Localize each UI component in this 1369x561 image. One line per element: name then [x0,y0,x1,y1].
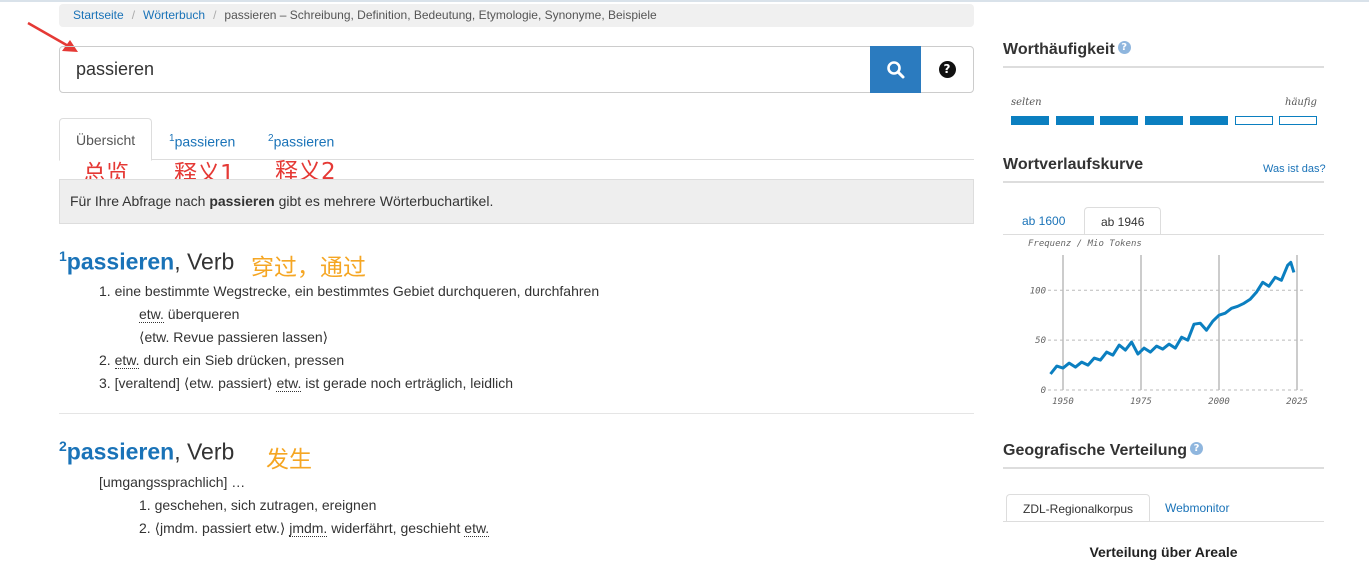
search-icon [886,60,904,78]
info-icon-geo[interactable]: ? [1190,442,1204,455]
chart-y-tick-label: 0 [1041,386,1046,396]
breadcrumb: Startseite / Wörterbuch / passieren – Schrei… [59,4,974,27]
entry-1-heading: 1passieren, Verb [59,248,235,275]
frequency-box [1145,116,1184,125]
geo-tabs-underline [1003,521,1324,522]
frequency-box [1055,116,1094,125]
annotation-entry1: 穿过，通过 [251,255,366,281]
geo-heading: Geografische Verteilung? [1003,442,1324,469]
areal-distribution-title: Verteilung über Areale [1089,544,1238,560]
chart-x-tick-label: 1975 [1130,397,1152,407]
chart-x-tick-label: 1950 [1052,397,1074,407]
info-icon[interactable]: ? [1117,41,1131,54]
tab-ab-1600[interactable]: ab 1600 [1006,207,1081,235]
annotation-entry2: 发生 [266,447,312,473]
entry-2-heading: 2passieren, Verb [59,438,235,465]
chart-x-tick-label: 2000 [1208,397,1230,407]
frequency-box [1189,116,1228,125]
multiple-entries-notice: Für Ihre Abfrage nach passieren gibt es … [59,179,974,224]
search-input[interactable] [60,47,870,92]
help-button[interactable]: ? [921,47,973,92]
entry-1-sense-2: 2. etw. durch ein Sieb drücken, pressen [99,352,345,369]
breadcrumb-dictionary-link[interactable]: Wörterbuch [143,8,205,22]
entry-1-sense-1: 1. eine bestimmte Wegstrecke, ein bestim… [99,283,600,299]
frequency-box [1100,116,1139,125]
tab-webmonitor[interactable]: Webmonitor [1149,494,1245,522]
entry-1-sense-1b: ⟨etw. Revue passieren lassen⟩ [139,329,329,345]
entry-1-sense-1a: etw. überqueren [139,306,240,323]
chart-y-tick-label: 100 [1030,286,1046,296]
search-button[interactable] [870,46,921,93]
frequency-box [1011,116,1049,125]
breadcrumb-current: passieren – Schreibung, Definition, Bede… [224,8,657,22]
chart-y-tick-label: 50 [1035,336,1046,346]
frequency-heading: Worthäufigkeit? [1003,41,1324,68]
search-bar: ? [59,46,974,93]
entry-divider [59,413,974,414]
entry-1-sense-3: 3. [veraltend] ⟨etw. passiert⟩ etw. ist … [99,375,514,392]
chart-series-line [1049,260,1296,375]
question-circle-icon: ? [938,61,956,78]
entry-2-lemma[interactable]: passieren [67,439,174,465]
chart-y-axis-label: Frequenz / Mio Tokens [1028,239,1142,249]
top-border [0,0,1369,2]
tab-ab-1946[interactable]: ab 1946 [1084,207,1162,235]
frequency-curve-chart: Frequenz / Mio Tokens 1950 1975 2000 2025 0 5… [1028,239,1308,407]
entry-2-sense-1: 1. geschehen, sich zutragen, ereignen [139,497,377,513]
tab-zdl-regionalkorpus[interactable]: ZDL-Regionalkorpus [1006,494,1151,522]
frequency-box [1279,116,1318,125]
frequency-high-label: häufig [1285,97,1317,108]
chart-x-tick-label: 2025 [1286,397,1308,407]
entry-2-sense-2: 2. ⟨jmdm. passiert etw.⟩ jmdm. widerfähr… [139,520,490,537]
entry-1-lemma[interactable]: passieren [67,249,174,275]
frequency-low-label: selten [1011,97,1042,108]
what-is-this-link[interactable]: Was ist das? [1263,163,1326,175]
entry-2-register: [umgangssprachlich] … [99,474,246,490]
frequency-box [1234,116,1273,125]
